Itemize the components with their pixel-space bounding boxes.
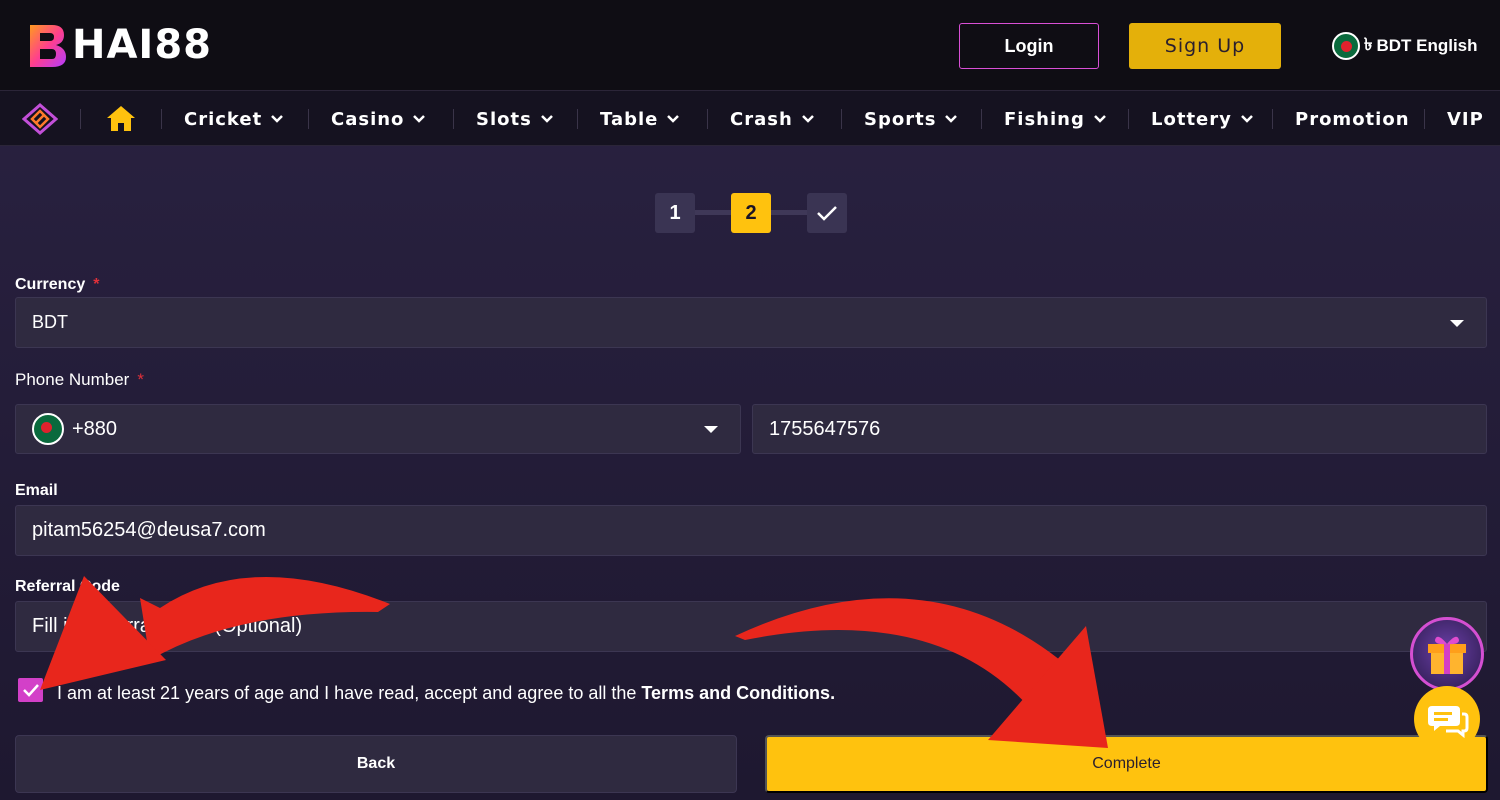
nav-item-label: Promotion — [1295, 108, 1410, 130]
site-logo[interactable]: HAI88 — [26, 20, 212, 70]
phone-number-input[interactable]: 1755647576 — [752, 404, 1487, 454]
top-header: HAI88 Login Sign Up ৳ BDT English — [0, 0, 1500, 90]
chevron-down-icon — [1093, 115, 1106, 123]
bangladesh-flag-icon — [1332, 32, 1360, 60]
nav-divider — [707, 109, 708, 129]
language-selector[interactable]: ৳ BDT English — [1332, 31, 1478, 61]
currency-label: Currency * — [15, 276, 99, 294]
referral-placeholder: Fill in Referral Code (Optional) — [32, 615, 303, 637]
nav-item-label: Table — [600, 108, 659, 130]
home-icon[interactable] — [106, 104, 136, 132]
brand-diamond-icon[interactable] — [22, 103, 58, 135]
nav-divider — [453, 109, 454, 129]
chevron-down-icon — [945, 115, 958, 123]
currency-symbol: ৳ — [1364, 35, 1373, 54]
chevron-down-icon — [540, 115, 553, 123]
back-button[interactable]: Back — [15, 735, 737, 793]
checkmark-icon — [817, 206, 837, 221]
step-complete-indicator — [807, 193, 847, 233]
nav-item-label: Casino — [331, 108, 405, 130]
referral-code-input[interactable]: Fill in Referral Code (Optional) — [15, 601, 1487, 652]
referral-label: Referral Code — [15, 578, 120, 596]
phone-label: Phone Number * — [15, 370, 144, 390]
agreement-text: I am at least 21 years of age and I have… — [57, 683, 835, 704]
step-2-indicator: 2 — [731, 193, 771, 233]
currency-label-text: Currency — [15, 276, 86, 293]
required-asterisk: * — [137, 370, 144, 389]
required-asterisk: * — [93, 276, 100, 293]
logo-b-mark — [30, 25, 66, 67]
nav-divider — [308, 109, 309, 129]
nav-item-lottery[interactable]: Lottery — [1151, 91, 1254, 147]
nav-divider — [981, 109, 982, 129]
currency-select[interactable]: BDT — [15, 297, 1487, 348]
nav-item-crash[interactable]: Crash — [730, 91, 815, 147]
nav-divider — [80, 109, 81, 129]
nav-item-label: Lottery — [1151, 108, 1232, 130]
nav-divider — [841, 109, 842, 129]
nav-divider — [1272, 109, 1273, 129]
nav-item-promotion[interactable]: Promotion — [1295, 91, 1410, 147]
email-label: Email — [15, 482, 58, 500]
nav-item-vip[interactable]: VIP — [1447, 91, 1484, 147]
nav-item-label: Sports — [864, 108, 937, 130]
signup-button[interactable]: Sign Up — [1129, 23, 1281, 69]
step-1-indicator: 1 — [655, 193, 695, 233]
bangladesh-flag-icon — [32, 413, 64, 445]
terms-link[interactable]: Terms and Conditions. — [641, 683, 835, 703]
checkmark-icon — [22, 684, 39, 697]
nav-item-label: VIP — [1447, 108, 1484, 130]
referral-label-text: Referral Code — [15, 578, 120, 595]
language-label: BDT English — [1376, 36, 1478, 55]
chevron-down-icon — [271, 115, 284, 123]
nav-item-label: Fishing — [1004, 108, 1085, 130]
country-code-value: +880 — [72, 417, 118, 440]
chevron-down-icon — [1240, 115, 1253, 123]
age-terms-checkbox[interactable] — [18, 678, 43, 702]
nav-item-label: Slots — [476, 108, 532, 130]
stepper-connector — [695, 210, 731, 215]
logo-text: HAI88 — [72, 22, 212, 68]
nav-divider — [1128, 109, 1129, 129]
caret-down-icon — [704, 426, 718, 433]
chevron-down-icon — [801, 115, 814, 123]
nav-item-slots[interactable]: Slots — [476, 91, 554, 147]
nav-divider — [161, 109, 162, 129]
agreement-label: I am at least 21 years of age and I have… — [57, 683, 642, 703]
nav-item-label: Cricket — [184, 108, 263, 130]
email-label-text: Email — [15, 482, 58, 499]
currency-value: BDT — [32, 312, 68, 332]
live-chat-button[interactable] — [1414, 686, 1480, 752]
nav-item-sports[interactable]: Sports — [864, 91, 958, 147]
chevron-down-icon — [413, 115, 426, 123]
nav-item-cricket[interactable]: Cricket — [184, 91, 284, 147]
main-nav: Cricket Casino Slots Table Crash Sports … — [0, 90, 1500, 146]
caret-down-icon — [1450, 320, 1464, 327]
email-value: pitam56254@deusa7.com — [32, 519, 266, 541]
phone-label-text: Phone Number — [15, 370, 130, 389]
nav-divider — [577, 109, 578, 129]
nav-item-table[interactable]: Table — [600, 91, 680, 147]
nav-divider — [1424, 109, 1425, 129]
nav-item-label: Crash — [730, 108, 793, 130]
gift-promo-button[interactable] — [1410, 617, 1484, 691]
email-input[interactable]: pitam56254@deusa7.com — [15, 505, 1487, 556]
country-code-select[interactable]: +880 — [15, 404, 741, 454]
phone-number-value: 1755647576 — [769, 417, 881, 440]
stepper-connector — [771, 210, 807, 215]
nav-item-casino[interactable]: Casino — [331, 91, 426, 147]
login-button[interactable]: Login — [959, 23, 1099, 69]
chevron-down-icon — [667, 115, 680, 123]
nav-item-fishing[interactable]: Fishing — [1004, 91, 1107, 147]
chat-bubble-icon — [1428, 706, 1469, 739]
complete-button[interactable]: Complete — [765, 735, 1488, 793]
gift-box-icon — [1428, 636, 1466, 674]
